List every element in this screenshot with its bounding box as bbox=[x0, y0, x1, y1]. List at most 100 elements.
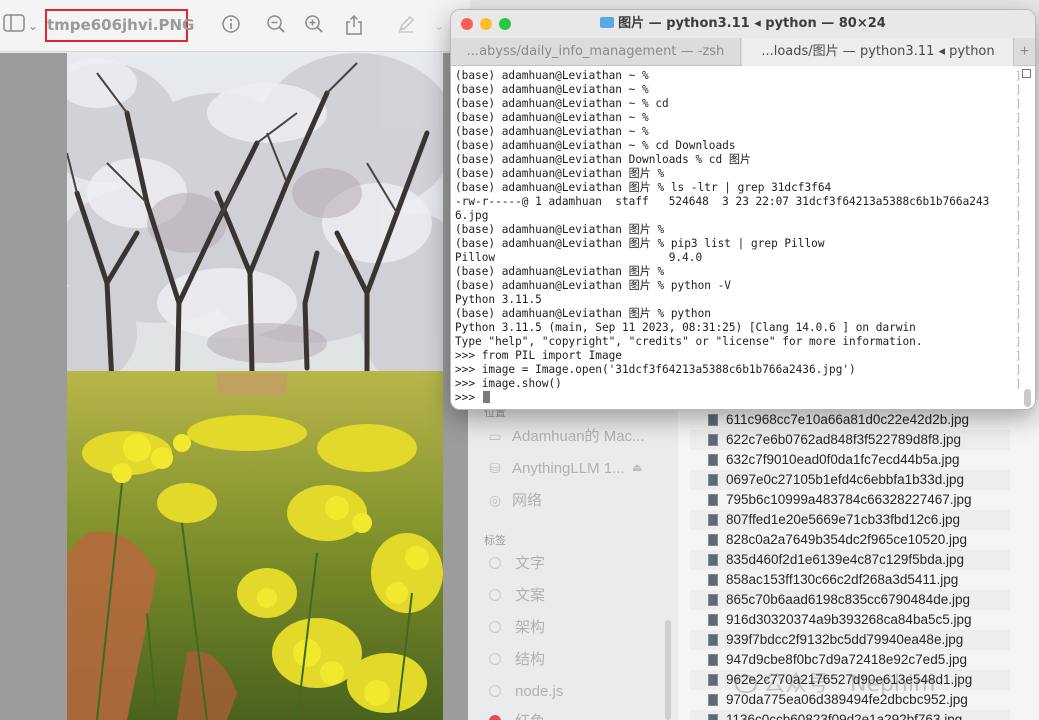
finder-sidebar: 位置 ▭ Adamhuan的 Mac... ⛁ AnythingLLM 1... ⏏… bbox=[468, 400, 678, 720]
markup-chevron-icon[interactable]: ⌄ bbox=[432, 14, 446, 38]
sidebar-tag-item[interactable]: 架构 bbox=[484, 616, 669, 640]
preview-window: ⌄ tmpe606jhvi.PNG ⌄ bbox=[0, 0, 470, 720]
line-mark: ] bbox=[1015, 293, 1022, 306]
terminal-line: (base) adamhuan@Leviathan ~ % cd bbox=[455, 97, 669, 110]
terminal-line: -rw-r-----@ 1 adamhuan staff 524648 3 23… bbox=[455, 195, 990, 208]
file-row[interactable]: 1136c0ccb60823f09d2e1a292bf763.jpg bbox=[690, 710, 1010, 720]
line-mark: ] bbox=[1015, 209, 1022, 222]
desktop: ⌄ tmpe606jhvi.PNG ⌄ 位置 ▭ Adamhuan的 Mac..… bbox=[0, 0, 1039, 720]
sidebar-toggle-icon[interactable] bbox=[2, 14, 26, 38]
file-name: 795b6c10999a483784c66328227467.jpg bbox=[726, 492, 972, 507]
zoom-in-icon[interactable] bbox=[302, 14, 326, 38]
file-name: 0697e0c27105b1efd4c6ebbfa1b33d.jpg bbox=[726, 472, 964, 487]
file-name: 611c968cc7e10a66a81d0c22e42d2b.jpg bbox=[726, 412, 969, 427]
sidebar-item-mac[interactable]: ▭ Adamhuan的 Mac... bbox=[484, 424, 669, 448]
line-mark: ] bbox=[1015, 251, 1022, 264]
terminal-tab-zsh[interactable]: ...abyss/daily_info_management — -zsh bbox=[451, 38, 741, 66]
tag-label: 红色 bbox=[515, 713, 545, 720]
terminal-tab-python[interactable]: ...loads/图片 — python3.11 ◂ python bbox=[742, 38, 1014, 66]
file-row[interactable]: 611c968cc7e10a66a81d0c22e42d2b.jpg bbox=[690, 410, 1010, 430]
terminal-scrollbar[interactable] bbox=[1024, 389, 1031, 407]
image-file-icon bbox=[708, 594, 718, 606]
terminal-line: Python 3.11.5 bbox=[455, 293, 542, 306]
line-mark: ] bbox=[1015, 279, 1022, 292]
terminal-body[interactable]: (base) adamhuan@Leviathan ~ % (base) adam… bbox=[451, 67, 1035, 409]
file-name: 1136c0ccb60823f09d2e1a292bf763.jpg bbox=[726, 712, 963, 720]
tag-dot-icon bbox=[489, 621, 501, 633]
file-row[interactable]: 939f7bdcc2f9132bc5dd79940ea48e.jpg bbox=[690, 630, 1010, 650]
terminal-window: 图片 — python3.11 ◂ python — 80×24 ...abys… bbox=[450, 9, 1036, 410]
eject-icon[interactable]: ⏏ bbox=[632, 456, 642, 480]
terminal-line: (base) adamhuan@Leviathan ~ % bbox=[455, 83, 649, 96]
share-icon[interactable] bbox=[342, 14, 366, 38]
tag-dot-icon bbox=[489, 715, 501, 720]
line-mark: ] bbox=[1015, 377, 1022, 390]
file-name: 807ffed1e20e5669e71cb33fbd12c6.jpg bbox=[726, 512, 960, 527]
file-row[interactable]: 858ac153ff130c66c2df268a3d5411.jpg bbox=[690, 570, 1010, 590]
file-name: 916d30320374a9b393268ca84ba5c5.jpg bbox=[726, 612, 972, 627]
file-name: 828c0a2a7649b354dc2f965ce10520.jpg bbox=[726, 532, 967, 547]
sidebar-tag-item[interactable]: 文字 bbox=[484, 552, 669, 576]
image-file-icon bbox=[708, 714, 718, 720]
sidebar-scrollbar[interactable] bbox=[665, 620, 671, 720]
file-row[interactable]: 807ffed1e20e5669e71cb33fbd12c6.jpg bbox=[690, 510, 1010, 530]
file-row[interactable]: 622c7e6b0762ad848f3f522789d8f8.jpg bbox=[690, 430, 1010, 450]
line-mark: ] bbox=[1015, 349, 1022, 362]
line-mark: ] bbox=[1015, 223, 1022, 236]
chevron-down-icon[interactable]: ⌄ bbox=[26, 14, 40, 38]
terminal-line: (base) adamhuan@Leviathan ~ % cd Downloa… bbox=[455, 139, 736, 152]
terminal-line-marks: ]]]]]]]]]]]]]]]]]]]]]]] bbox=[1015, 69, 1022, 405]
line-mark: ] bbox=[1015, 139, 1022, 152]
watermark-text: 公众号 · Nephim bbox=[763, 672, 936, 697]
sidebar-tag-item[interactable]: node.js bbox=[484, 680, 669, 704]
image-file-icon bbox=[708, 434, 718, 446]
image-file-icon bbox=[708, 414, 718, 426]
filename-highlight-box: tmpe606jhvi.PNG bbox=[45, 9, 194, 42]
image-file-icon bbox=[708, 614, 718, 626]
file-name: 858ac153ff130c66c2df268a3d5411.jpg bbox=[726, 572, 959, 587]
file-row[interactable]: 835d460f2d1e6139e4c87c129f5bda.jpg bbox=[690, 550, 1010, 570]
line-mark: ] bbox=[1015, 335, 1022, 348]
terminal-line: (base) adamhuan@Leviathan ~ % bbox=[455, 69, 649, 82]
terminal-titlebar[interactable]: 图片 — python3.11 ◂ python — 80×24 bbox=[451, 10, 1035, 38]
terminal-line: >>> image = Image.open('31dcf3f64213a538… bbox=[455, 363, 856, 376]
terminal-line: (base) adamhuan@Leviathan 图片 % ls -ltr |… bbox=[455, 181, 832, 194]
preview-filename[interactable]: tmpe606jhvi.PNG bbox=[47, 11, 194, 40]
file-row[interactable]: 0697e0c27105b1efd4c6ebbfa1b33d.jpg bbox=[690, 470, 1010, 490]
image-file-icon bbox=[708, 694, 718, 706]
file-row[interactable]: 828c0a2a7649b354dc2f965ce10520.jpg bbox=[690, 530, 1010, 550]
file-row[interactable]: 865c70b6aad6198c835cc6790484de.jpg bbox=[690, 590, 1010, 610]
terminal-line: Type "help", "copyright", "credits" or "… bbox=[455, 335, 923, 348]
file-row[interactable]: 795b6c10999a483784c66328227467.jpg bbox=[690, 490, 1010, 510]
line-mark: ] bbox=[1015, 153, 1022, 166]
tag-label: 文案 bbox=[515, 587, 546, 604]
image-file-icon bbox=[708, 474, 718, 486]
terminal-output[interactable]: (base) adamhuan@Leviathan ~ % (base) adam… bbox=[455, 69, 1021, 405]
markup-pen-icon[interactable] bbox=[394, 14, 418, 38]
line-mark: ] bbox=[1015, 363, 1022, 376]
sidebar-item-label: 网络 bbox=[512, 492, 543, 509]
line-mark: ] bbox=[1015, 195, 1022, 208]
info-icon[interactable] bbox=[219, 14, 243, 38]
line-mark: ] bbox=[1015, 125, 1022, 138]
tag-dot-icon bbox=[489, 653, 501, 665]
terminal-line: (base) adamhuan@Leviathan ~ % bbox=[455, 111, 649, 124]
sidebar-item-network[interactable]: ◎ 网络 bbox=[484, 488, 669, 512]
sidebar-tag-item[interactable]: 文案 bbox=[484, 584, 669, 608]
line-mark: ] bbox=[1015, 265, 1022, 278]
image-file-icon bbox=[708, 654, 718, 666]
tag-label: 文字 bbox=[515, 555, 546, 572]
zoom-out-icon[interactable] bbox=[264, 14, 288, 38]
sidebar-item-anythingllm[interactable]: ⛁ AnythingLLM 1... ⏏ bbox=[484, 456, 669, 480]
disk-icon: ⛁ bbox=[489, 460, 501, 476]
image-file-icon bbox=[708, 534, 718, 546]
tag-dot-icon bbox=[489, 557, 501, 569]
file-row[interactable]: 916d30320374a9b393268ca84ba5c5.jpg bbox=[690, 610, 1010, 630]
terminal-menu-icon[interactable] bbox=[1022, 69, 1031, 78]
image-file-icon bbox=[708, 674, 718, 686]
new-tab-button[interactable]: + bbox=[1013, 38, 1035, 66]
sidebar-tag-item[interactable]: 结构 bbox=[484, 648, 669, 672]
file-row[interactable]: 632c7f9010ead0f0da1fc7ecd44b5a.jpg bbox=[690, 450, 1010, 470]
line-mark: ] bbox=[1015, 181, 1022, 194]
sidebar-tag-item[interactable]: 红色 bbox=[484, 710, 669, 720]
